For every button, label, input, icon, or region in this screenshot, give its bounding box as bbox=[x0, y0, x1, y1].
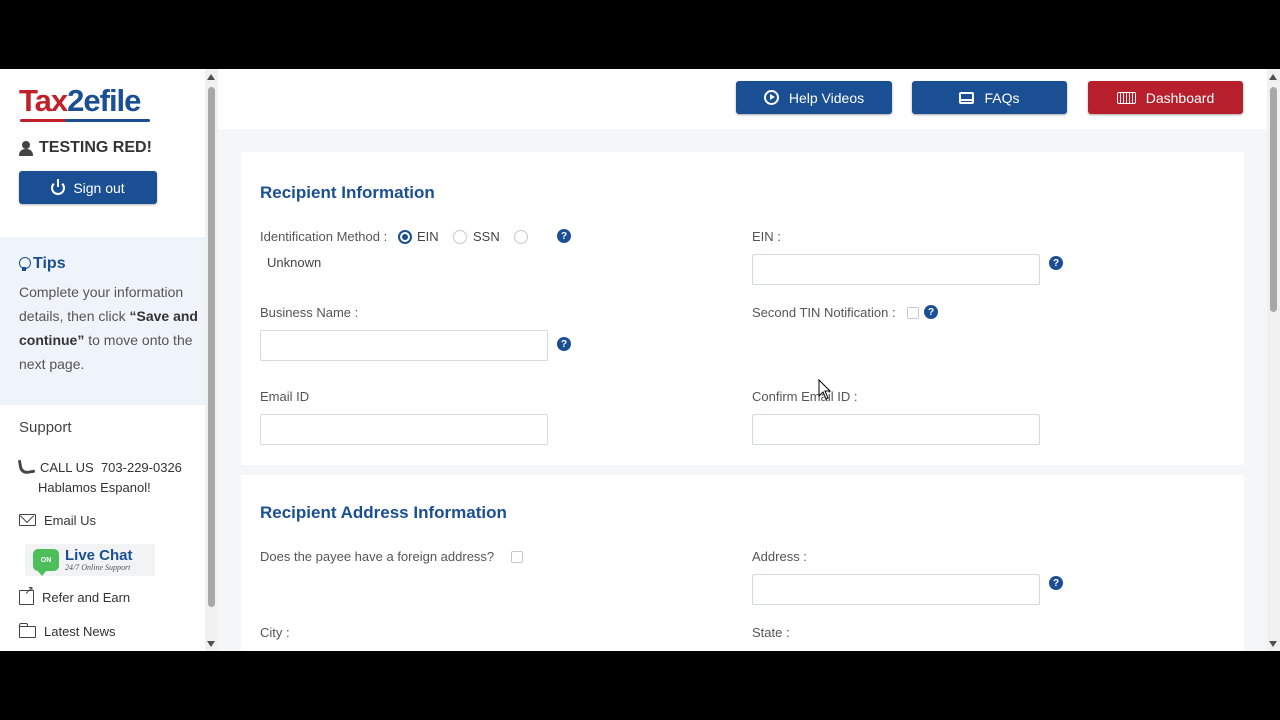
sidebar: Tax2efile TESTING RED! Sign out Tips Com… bbox=[0, 69, 205, 651]
scroll-down-arrow-icon[interactable] bbox=[207, 641, 215, 647]
sidebar-scroll-thumb[interactable] bbox=[208, 87, 215, 607]
folder-open-icon bbox=[19, 623, 36, 638]
external-link-icon bbox=[19, 583, 34, 605]
sign-out-label: Sign out bbox=[73, 179, 125, 196]
support-title: Support bbox=[19, 419, 72, 436]
logo-text-part2: 2 bbox=[67, 83, 84, 118]
user-name: TESTING RED! bbox=[39, 139, 152, 156]
main-content: Help Videos FAQs Dashboard Recipient Inf… bbox=[218, 69, 1267, 651]
refer-earn-link[interactable]: Refer and Earn bbox=[19, 583, 131, 605]
ein-input[interactable] bbox=[752, 254, 1040, 285]
radio-unknown[interactable] bbox=[514, 230, 528, 244]
tips-title-text: Tips bbox=[33, 255, 66, 272]
recipient-address-title: Recipient Address Information bbox=[260, 503, 507, 522]
sidebar-scrollbar[interactable] bbox=[205, 69, 218, 651]
dashboard-label: Dashboard bbox=[1145, 89, 1215, 106]
power-icon bbox=[51, 178, 66, 195]
main-scrollbar[interactable] bbox=[1267, 69, 1280, 651]
radio-ssn-label: SSN bbox=[473, 229, 500, 244]
ein-label: EIN : bbox=[752, 229, 781, 244]
tips-panel: Tips Complete your information details, … bbox=[0, 237, 205, 405]
city-label: City : bbox=[260, 625, 290, 640]
refer-earn-label: Refer and Earn bbox=[42, 590, 131, 605]
address-label: Address : bbox=[752, 549, 807, 564]
sign-out-button[interactable]: Sign out bbox=[19, 171, 157, 204]
radio-ein[interactable] bbox=[398, 230, 412, 244]
logo-text-part3: efile bbox=[83, 83, 141, 118]
identification-method-label: Identification Method : bbox=[260, 229, 388, 244]
tips-text: Complete your information details, then … bbox=[19, 280, 209, 376]
latest-news-label: Latest News bbox=[44, 624, 116, 639]
address-help-icon[interactable]: ? bbox=[1049, 576, 1063, 590]
dashboard-button[interactable]: Dashboard bbox=[1088, 81, 1243, 114]
business-name-input[interactable] bbox=[260, 330, 548, 361]
phone-icon bbox=[19, 459, 32, 472]
email-id-label: Email ID bbox=[260, 389, 310, 404]
second-tin-label: Second TIN Notification : bbox=[752, 305, 896, 320]
live-chat-button[interactable]: ON Live Chat 24/7 Online Support bbox=[25, 544, 155, 576]
radio-ein-label: EIN bbox=[417, 229, 439, 244]
email-id-input[interactable] bbox=[260, 414, 548, 445]
identification-help-icon[interactable]: ? bbox=[557, 229, 571, 243]
live-chat-title: Live Chat bbox=[65, 547, 133, 564]
second-tin-checkbox[interactable] bbox=[907, 307, 919, 319]
email-us-label: Email Us bbox=[44, 513, 97, 528]
tips-title: Tips bbox=[19, 255, 205, 273]
main-scroll-down-arrow-icon[interactable] bbox=[1269, 641, 1277, 647]
chat-bubble-icon: ON bbox=[33, 549, 59, 576]
user-info: TESTING RED! bbox=[19, 139, 152, 157]
keyboard-icon bbox=[1116, 91, 1136, 104]
help-videos-button[interactable]: Help Videos bbox=[736, 81, 892, 114]
scroll-up-arrow-icon[interactable] bbox=[207, 74, 215, 80]
foreign-address-checkbox[interactable] bbox=[511, 551, 523, 563]
lightbulb-icon bbox=[19, 257, 31, 271]
second-tin-help-icon[interactable]: ? bbox=[924, 305, 938, 319]
confirm-email-input[interactable] bbox=[752, 414, 1040, 445]
faqs-button[interactable]: FAQs bbox=[912, 81, 1067, 114]
call-us-label: CALL US bbox=[40, 460, 94, 475]
state-label: State : bbox=[752, 625, 790, 640]
latest-news-link[interactable]: Latest News bbox=[19, 623, 116, 639]
inbox-icon bbox=[959, 91, 975, 104]
envelope-icon bbox=[19, 514, 36, 526]
business-name-help-icon[interactable]: ? bbox=[557, 337, 571, 351]
app-viewport: Tax2efile TESTING RED! Sign out Tips Com… bbox=[0, 69, 1280, 651]
logo-underline bbox=[20, 119, 150, 122]
business-name-label: Business Name : bbox=[260, 305, 359, 320]
recipient-address-card: Recipient Address Information Does the p… bbox=[241, 475, 1244, 651]
confirm-email-label: Confirm Email ID : bbox=[752, 389, 858, 404]
spanish-note: Hablamos Espanol! bbox=[38, 480, 151, 495]
mouse-cursor-icon bbox=[818, 379, 832, 400]
tax2efile-logo[interactable]: Tax2efile bbox=[19, 83, 141, 119]
radio-ssn[interactable] bbox=[453, 230, 467, 244]
email-us-link[interactable]: Email Us bbox=[19, 513, 96, 528]
live-chat-subtitle: 24/7 Online Support bbox=[65, 563, 131, 572]
address-input[interactable] bbox=[752, 574, 1040, 605]
logo-text-part1: Tax bbox=[19, 83, 68, 118]
help-videos-label: Help Videos bbox=[788, 89, 865, 106]
ein-help-icon[interactable]: ? bbox=[1049, 256, 1063, 270]
top-bar: Help Videos FAQs Dashboard bbox=[218, 69, 1267, 129]
phone-number: 703-229-0326 bbox=[100, 460, 182, 475]
user-icon bbox=[19, 141, 33, 156]
call-us-item[interactable]: CALL US 703-229-0326 Hablamos Espanol! bbox=[19, 458, 182, 498]
main-scroll-up-arrow-icon[interactable] bbox=[1269, 74, 1277, 80]
faqs-label: FAQs bbox=[984, 89, 1020, 106]
recipient-information-card: Recipient Information Identification Met… bbox=[241, 152, 1244, 465]
recipient-information-title: Recipient Information bbox=[260, 183, 435, 202]
foreign-address-label: Does the payee have a foreign address? bbox=[260, 549, 495, 564]
radio-unknown-label: Unknown bbox=[267, 255, 322, 270]
play-circle-icon bbox=[763, 90, 779, 105]
main-scroll-thumb[interactable] bbox=[1270, 87, 1277, 312]
